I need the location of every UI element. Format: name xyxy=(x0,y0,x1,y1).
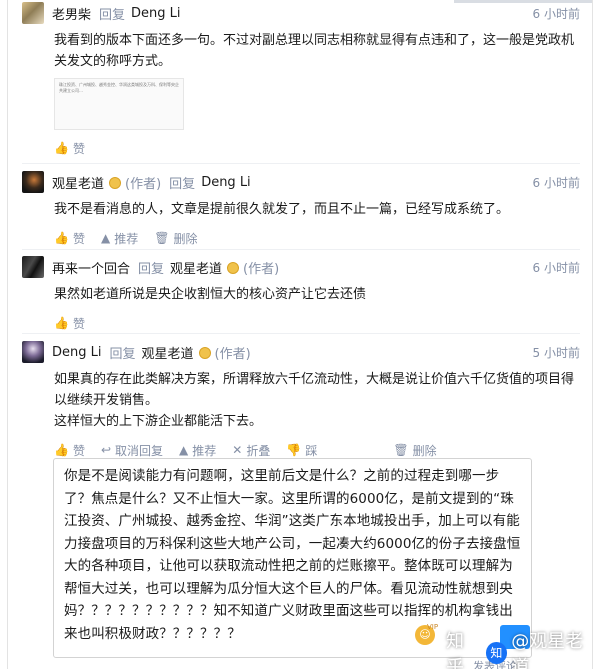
vip-label: VIP xyxy=(427,623,439,631)
like-label: 赞 xyxy=(72,443,85,458)
comment-actions: 👍 赞 ▲ 推荐 🗑 删除 xyxy=(54,230,580,246)
comment-text: 如果真的存在此类解决方案，所谓释放六千亿流动性，大概是说让价值六千亿货值的项目得… xyxy=(54,369,580,432)
comment-text: 我不是看消息的人，文章是提前很久就发了，而且不止一篇，已经写成系统了。 xyxy=(54,202,510,217)
reply-label: 回复 xyxy=(169,176,196,192)
comment-text-line: 这样恒大的上下游企业都能活下去。 xyxy=(54,414,263,429)
like-label: 赞 xyxy=(72,316,85,331)
divider xyxy=(22,333,580,334)
watermark-suffix: @观星老道 xyxy=(511,631,584,669)
avatar[interactable] xyxy=(22,341,44,363)
comment-text: 我看到的版本下面还多一句。不过对副总理以同志相称就显得有点违和了，这一般是党政机… xyxy=(54,33,575,69)
comment-header: 老男柴 回复 Deng Li 6 小时前 xyxy=(22,2,580,24)
watermark-prefix: 知乎 xyxy=(446,631,464,669)
comment-author[interactable]: Deng Li xyxy=(52,345,102,360)
comment-actions: 👍 赞 xyxy=(54,140,580,156)
recommend-label: 推荐 xyxy=(192,443,217,458)
comment-author[interactable]: 老男柴 xyxy=(52,4,91,23)
delete-label: 删除 xyxy=(173,231,198,246)
recommend-button[interactable]: ▲ 推荐 xyxy=(179,442,216,459)
recommend-button[interactable]: ▲ 推荐 xyxy=(101,230,138,247)
fold-label: 折叠 xyxy=(246,443,271,458)
reply-label: 回复 xyxy=(138,261,165,277)
comment-text-line: 如果真的存在此类解决方案，所谓释放六千亿流动性，大概是说让价值六千亿货值的项目得… xyxy=(54,372,575,408)
thumbs-down-icon: 👎 xyxy=(286,443,302,457)
trash-icon: 🗑 xyxy=(154,231,170,245)
comment-item: 观星老道 (作者) 回复 Deng Li 6 小时前 我不是看消息的人，文章是提… xyxy=(22,171,580,246)
like-label: 赞 xyxy=(72,141,85,156)
trash-icon: 🗑 xyxy=(393,443,409,457)
thumbs-up-icon: 👍 xyxy=(54,231,69,245)
delete-label: 删除 xyxy=(412,443,437,458)
cancel-reply-button[interactable]: ↩ 取消回复 xyxy=(101,442,163,459)
comment-actions: 👍 赞 ↩ 取消回复 ▲ 推荐 ✕ 折叠 👎 踩 🗑 删除 xyxy=(54,442,580,458)
reply-to-user[interactable]: Deng Li xyxy=(201,175,251,190)
comment-author[interactable]: 再来一个回合 xyxy=(52,258,130,277)
thumbs-up-icon: 👍 xyxy=(54,316,69,330)
thumbnail-text: 珠江投资、广州城投、越秀金控、华润这类城投及万科、保利等央企共建立公司… xyxy=(59,82,179,93)
up-arrow-icon: ▲ xyxy=(100,231,111,245)
comment-text: 果然如老道所说是央企收割恒大的核心资产让它去还债 xyxy=(54,287,367,302)
avatar[interactable] xyxy=(22,2,44,24)
reply-to-user[interactable]: Deng Li xyxy=(131,6,181,21)
fold-button[interactable]: ✕ 折叠 xyxy=(232,442,270,459)
verified-badge-icon xyxy=(109,177,122,189)
up-arrow-icon: ▲ xyxy=(179,443,189,457)
dislike-button[interactable]: 👎 踩 xyxy=(286,442,317,459)
reply-input-text: 你是不是阅读能力有问题啊，这里前后文是什么？之前的过程走到哪一步了？焦点是什么？… xyxy=(64,468,521,642)
reply-label: 回复 xyxy=(109,346,136,362)
reply-to-user[interactable]: 观星老道 xyxy=(142,343,194,362)
like-button[interactable]: 👍 赞 xyxy=(54,442,85,459)
comment-author[interactable]: 观星老道 xyxy=(52,173,104,192)
like-label: 赞 xyxy=(72,231,85,246)
like-button[interactable]: 👍 赞 xyxy=(54,230,85,247)
comment-item: Deng Li 回复 观星老道 (作者) 5 小时前 如果真的存在此类解决方案，… xyxy=(22,341,580,458)
comment-header: Deng Li 回复 观星老道 (作者) 5 小时前 xyxy=(22,341,580,363)
recommend-label: 推荐 xyxy=(114,231,139,246)
verified-badge-icon xyxy=(227,262,240,274)
comment-image-thumbnail[interactable]: 珠江投资、广州城投、越秀金控、华润这类城投及万科、保利等央企共建立公司… xyxy=(54,78,184,130)
comment-time: 6 小时前 xyxy=(532,6,580,21)
comment-header: 再来一个回合 回复 观星老道 (作者) 6 小时前 xyxy=(22,256,580,278)
zhihu-logo-icon: 知 xyxy=(485,642,508,664)
comment-item: 老男柴 回复 Deng Li 6 小时前 我看到的版本下面还多一句。不过对副总理… xyxy=(22,2,580,156)
author-tag: (作者) xyxy=(125,176,162,192)
like-button[interactable]: 👍 赞 xyxy=(54,140,85,157)
comment-time: 5 小时前 xyxy=(532,345,580,360)
reply-arrow-icon: ↩ xyxy=(100,443,112,457)
comment-time: 6 小时前 xyxy=(532,260,580,275)
author-tag: (作者) xyxy=(243,261,280,277)
avatar[interactable] xyxy=(22,171,44,193)
avatar[interactable] xyxy=(22,256,44,278)
comment-item: 再来一个回合 回复 观星老道 (作者) 6 小时前 果然如老道所说是央企收割恒大… xyxy=(22,256,580,331)
author-tag: (作者) xyxy=(214,346,251,362)
reply-to-user[interactable]: 观星老道 xyxy=(170,258,222,277)
cancel-reply-label: 取消回复 xyxy=(115,443,164,458)
fold-icon: ✕ xyxy=(232,443,243,457)
thumbs-up-icon: 👍 xyxy=(54,141,69,155)
divider xyxy=(22,249,580,250)
watermark: 知乎 知 @观星老道 xyxy=(446,627,600,669)
comment-time: 6 小时前 xyxy=(532,175,580,190)
comment-header: 观星老道 (作者) 回复 Deng Li 6 小时前 xyxy=(22,171,580,193)
delete-button[interactable]: 🗑 删除 xyxy=(393,442,436,459)
delete-button[interactable]: 🗑 删除 xyxy=(154,230,197,247)
divider xyxy=(22,163,580,164)
verified-badge-icon xyxy=(198,347,211,359)
dislike-label: 踩 xyxy=(305,443,318,458)
thumbs-up-icon: 👍 xyxy=(54,443,69,457)
reply-label: 回复 xyxy=(99,7,126,23)
like-button[interactable]: 👍 赞 xyxy=(54,315,85,332)
comment-actions: 👍 赞 xyxy=(54,315,580,331)
